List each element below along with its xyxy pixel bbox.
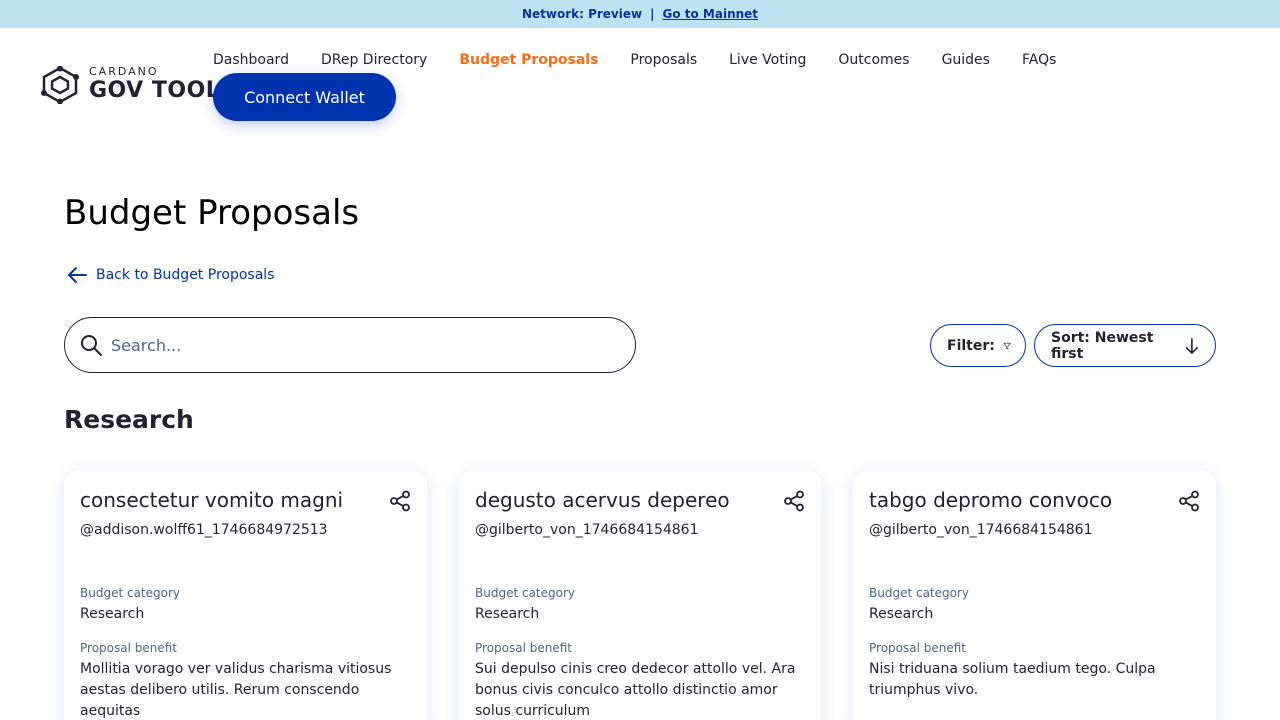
logo-gov-tool-text: GOV TOOL [89, 78, 221, 103]
back-label: Back to Budget Proposals [96, 267, 275, 283]
nav-faqs[interactable]: FAQs [1022, 52, 1056, 68]
card-title: tabgo depromo convoco [869, 488, 1113, 512]
proposal-card[interactable]: consectetur vomito magni @addison.wolff6… [64, 470, 427, 720]
budget-category-value: Research [80, 606, 145, 622]
nav-outcomes[interactable]: Outcomes [838, 52, 909, 68]
nav-proposals[interactable]: Proposals [630, 52, 697, 68]
go-to-mainnet-link[interactable]: Go to Mainnet [662, 7, 758, 21]
sort-label: Sort: Newest first [1051, 329, 1154, 362]
budget-category-label: Budget category [80, 586, 181, 600]
filter-button[interactable]: Filter: [930, 324, 1026, 367]
banner-separator: | [650, 7, 655, 21]
budget-category-value: Research [475, 606, 540, 622]
arrow-left-icon [68, 267, 87, 283]
nav-budget-proposals[interactable]: Budget Proposals [459, 52, 598, 68]
search-input[interactable] [111, 335, 591, 355]
search-icon [81, 335, 102, 356]
nav-live-voting[interactable]: Live Voting [729, 52, 806, 68]
search-box [64, 317, 636, 373]
proposal-benefit-label: Proposal benefit [869, 641, 967, 655]
card-author: @gilberto_von_1746684154861 [475, 522, 699, 538]
card-author: @gilberto_von_1746684154861 [869, 522, 1093, 538]
network-label: Network: Preview [521, 7, 643, 21]
nav-drep-directory[interactable]: DRep Directory [321, 52, 427, 68]
cardano-hexagon-icon [41, 66, 79, 104]
proposal-benefit-text: Mollitia vorago ver validus charisma vit… [80, 661, 392, 719]
filter-icon [1003, 342, 1011, 349]
main-nav: Dashboard DRep Directory Budget Proposal… [213, 52, 1088, 68]
budget-category-label: Budget category [475, 586, 576, 600]
share-icon[interactable] [1178, 490, 1200, 512]
page-title: Budget Proposals [64, 193, 360, 233]
card-title: degusto acervus depereo [475, 488, 730, 512]
proposal-benefit-text: Sui depulso cinis creo dedecor attollo v… [475, 661, 796, 719]
budget-category-label: Budget category [869, 586, 970, 600]
budget-category-value: Research [869, 606, 934, 622]
proposal-benefit-label: Proposal benefit [80, 641, 178, 655]
network-banner: Network: Preview | Go to Mainnet [0, 0, 1280, 28]
back-to-budget-proposals-link[interactable]: Back to Budget Proposals [66, 265, 274, 285]
proposal-card[interactable]: degusto acervus depereo @gilberto_von_17… [459, 470, 821, 720]
proposal-benefit-text: Nisi triduana solium taedium tego. Culpa… [869, 661, 1156, 698]
card-author: @addison.wolff61_1746684972513 [80, 522, 328, 538]
logo-cardano-text: CARDANO [89, 65, 159, 78]
share-icon[interactable] [389, 490, 411, 512]
proposal-benefit-label: Proposal benefit [475, 641, 573, 655]
card-title: consectetur vomito magni [80, 488, 344, 512]
proposal-card[interactable]: tabgo depromo convoco @gilberto_von_1746… [853, 470, 1216, 720]
nav-dashboard[interactable]: Dashboard [213, 52, 289, 68]
section-title: Research [64, 405, 194, 434]
filter-label: Filter: [947, 337, 995, 354]
sort-button[interactable]: Sort: Newest first [1034, 324, 1216, 367]
share-icon[interactable] [783, 490, 805, 512]
gov-tool-logo[interactable]: CARDANO GOV TOOL [40, 66, 220, 104]
connect-wallet-button[interactable]: Connect Wallet [213, 73, 396, 121]
arrow-down-icon [1185, 337, 1199, 354]
nav-guides[interactable]: Guides [942, 52, 990, 68]
